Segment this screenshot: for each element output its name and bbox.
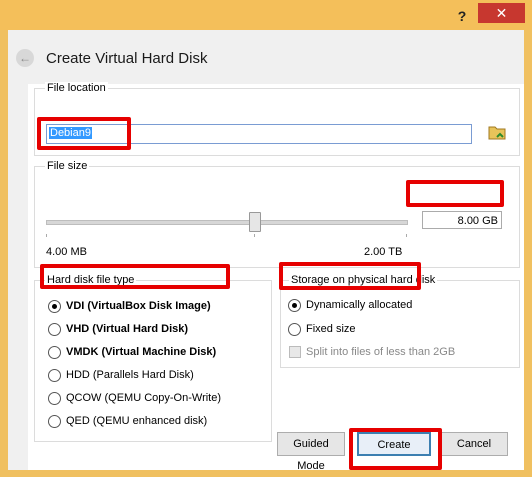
dynamic-radio[interactable]	[288, 299, 301, 312]
folder-browse-icon[interactable]	[488, 124, 506, 140]
vmdk-label[interactable]: VMDK (Virtual Machine Disk)	[66, 346, 216, 358]
vmdk-radio[interactable]	[48, 346, 61, 359]
create-button[interactable]: Create	[357, 432, 431, 456]
close-button[interactable]: ✕	[478, 3, 525, 23]
split-label: Split into files of less than 2GB	[306, 346, 456, 358]
vhd-radio[interactable]	[48, 323, 61, 336]
file-size-label: File size	[45, 160, 90, 172]
storage-label: Storage on physical hard disk	[289, 274, 438, 286]
window-titlebar: ? ✕	[0, 0, 532, 30]
page-title: Create Virtual Hard Disk	[46, 50, 208, 67]
file-location-value: Debian9	[49, 127, 92, 139]
split-checkbox[interactable]	[289, 346, 301, 358]
file-size-slider[interactable]	[46, 220, 408, 225]
disk-type-label: Hard disk file type	[45, 274, 137, 286]
dialog-client: ← Create Virtual Hard Disk File location…	[8, 30, 524, 470]
wizard-content: File location Debian9 File size 8.00 GB …	[28, 82, 524, 470]
file-location-group: File location	[34, 82, 520, 156]
qcow-radio[interactable]	[48, 392, 61, 405]
fixed-label[interactable]: Fixed size	[306, 323, 356, 335]
file-location-label: File location	[45, 82, 108, 94]
file-size-max-label: 2.00 TB	[364, 246, 403, 258]
file-size-slider-handle[interactable]	[249, 212, 261, 232]
hdd-label[interactable]: HDD (Parallels Hard Disk)	[66, 369, 194, 381]
dynamic-label[interactable]: Dynamically allocated	[306, 299, 412, 311]
guided-mode-button[interactable]: Guided Mode	[277, 432, 345, 472]
file-location-input[interactable]: Debian9	[46, 124, 472, 144]
slider-tick	[46, 234, 47, 237]
file-size-min-label: 4.00 MB	[46, 246, 87, 258]
back-arrow-icon[interactable]: ←	[16, 49, 34, 67]
file-size-input[interactable]: 8.00 GB	[422, 211, 502, 229]
slider-tick	[406, 234, 407, 237]
wizard-header: ← Create Virtual Hard Disk	[8, 30, 524, 84]
vhd-label[interactable]: VHD (Virtual Hard Disk)	[66, 323, 188, 335]
vdi-label[interactable]: VDI (VirtualBox Disk Image)	[66, 300, 211, 312]
qed-radio[interactable]	[48, 415, 61, 428]
cancel-button[interactable]: Cancel	[440, 432, 508, 456]
hdd-radio[interactable]	[48, 369, 61, 382]
vdi-radio[interactable]	[48, 300, 61, 313]
slider-tick	[254, 234, 255, 237]
qcow-label[interactable]: QCOW (QEMU Copy-On-Write)	[66, 392, 221, 404]
help-button[interactable]: ?	[452, 6, 472, 26]
fixed-radio[interactable]	[288, 323, 301, 336]
qed-label[interactable]: QED (QEMU enhanced disk)	[66, 415, 207, 427]
